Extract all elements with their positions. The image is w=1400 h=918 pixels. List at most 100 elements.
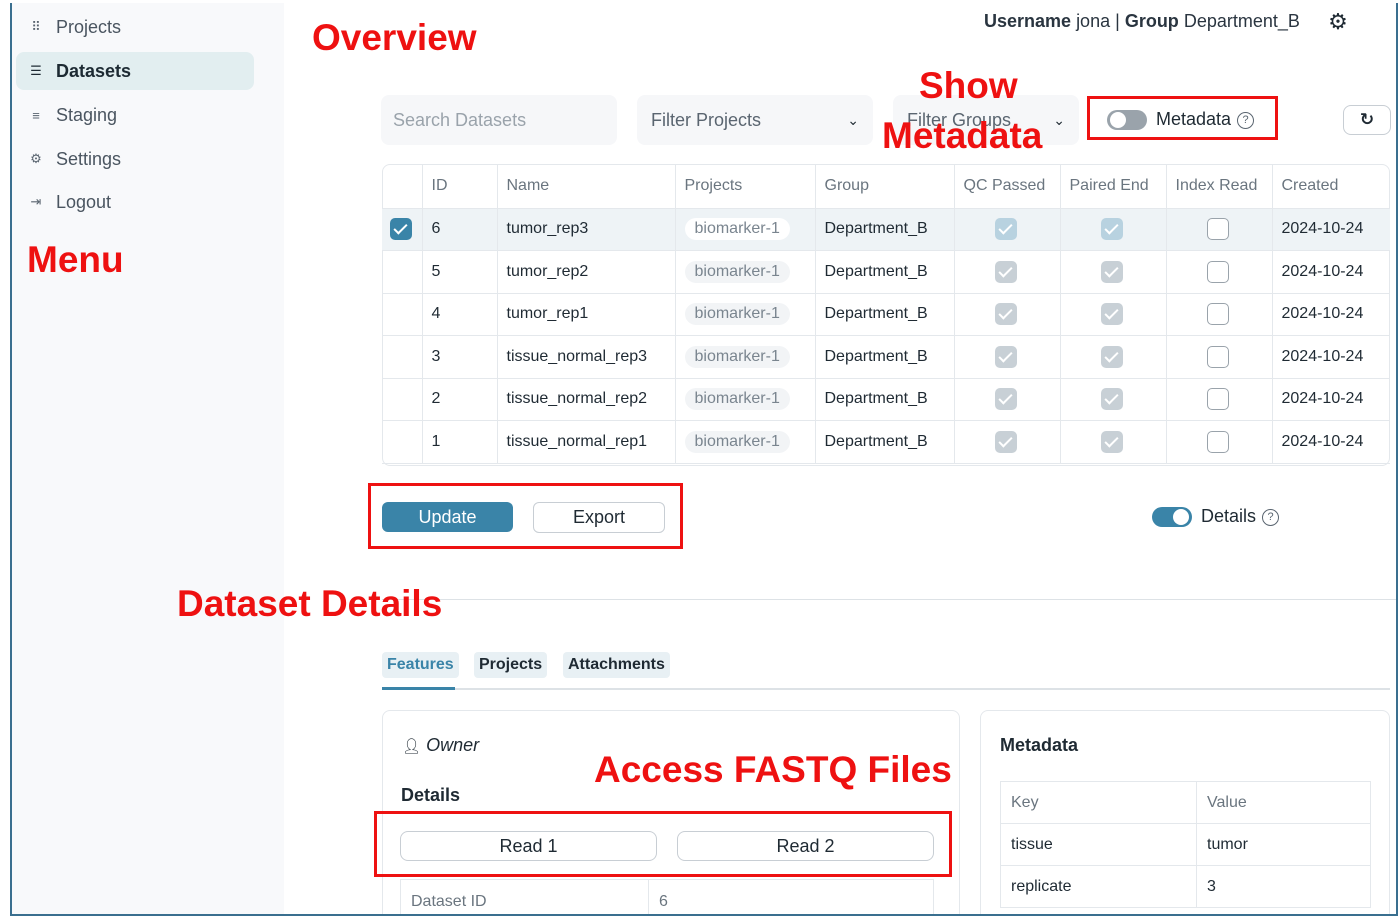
cell-projects: biomarker-1 [675, 250, 816, 294]
cell-qc-passed [954, 208, 1061, 251]
column-header-group[interactable]: Group [815, 164, 955, 209]
cell-id: 6 [422, 208, 498, 251]
index-read-checkbox [1206, 218, 1229, 241]
sidebar-item-datasets[interactable]: ☰ Datasets [16, 52, 254, 90]
qc-passed-checkbox [994, 218, 1017, 241]
cell-id: 1 [422, 420, 498, 464]
cell-name: tumor_rep3 [497, 208, 676, 251]
cell-id: 2 [422, 378, 498, 421]
table-row[interactable]: 1 tissue_normal_rep1 biomarker-1 Department… [382, 420, 1390, 464]
table-row[interactable]: 6 tumor_rep3 biomarker-1 Department_B 2024-1… [382, 208, 1390, 251]
cell-projects: biomarker-1 [675, 335, 816, 379]
row-select-checkbox[interactable] [390, 218, 412, 241]
cell-group: Department_B [815, 420, 955, 464]
row-select-cell[interactable] [382, 335, 423, 379]
paired-end-checkbox [1100, 388, 1123, 411]
details-toggle[interactable] [1152, 507, 1192, 527]
details-heading: Details [401, 785, 461, 805]
column-header-name[interactable]: Name [497, 164, 676, 209]
cell-qc-passed [954, 378, 1061, 421]
row-select-cell[interactable] [382, 378, 423, 421]
dataset-id-label: Dataset ID [400, 879, 649, 914]
sidebar-item-settings[interactable]: ⚙ Settings [16, 140, 254, 178]
qc-passed-checkbox [994, 260, 1017, 283]
active-tab-indicator [382, 687, 455, 690]
cell-qc-passed [954, 293, 1061, 336]
search-box[interactable] [381, 95, 617, 145]
table-row[interactable]: 5 tumor_rep2 biomarker-1 Department_B 2024-1… [382, 250, 1390, 294]
cell-created: 2024-10-24 [1272, 250, 1390, 294]
qc-passed-checkbox [994, 388, 1017, 411]
metadata-table: Key Value tissue tumor replicate 3 [1000, 781, 1371, 908]
table-row[interactable]: 4 tumor_rep1 biomarker-1 Department_B 2024-1… [382, 293, 1390, 336]
cell-created: 2024-10-24 [1272, 293, 1390, 336]
cell-projects: biomarker-1 [675, 378, 816, 421]
column-header-qc-passed[interactable]: QC Passed [954, 164, 1061, 209]
table-row: Dataset ID 6 [400, 879, 934, 914]
table-row: tissue tumor [1000, 823, 1371, 866]
cell-index-read [1166, 250, 1273, 294]
metadata-value: tumor [1196, 823, 1371, 866]
dataset-id-value: 6 [648, 879, 934, 914]
index-read-checkbox [1206, 430, 1229, 453]
section-divider [382, 599, 1396, 600]
sidebar-item-label: Projects [56, 16, 122, 37]
table-row[interactable]: 3 tissue_normal_rep3 biomarker-1 Department… [382, 335, 1390, 379]
tab-attachments[interactable]: Attachments [563, 652, 670, 678]
column-header-created[interactable]: Created [1272, 164, 1390, 209]
staging-icon: ≡ [32, 107, 40, 123]
index-read-checkbox [1206, 345, 1229, 368]
row-select-cell[interactable] [382, 250, 423, 294]
table-row: replicate 3 [1000, 865, 1371, 908]
details-toggle-label: Details [1201, 506, 1257, 526]
cell-paired-end [1060, 335, 1167, 379]
row-select-cell[interactable] [382, 293, 423, 336]
search-input[interactable] [393, 109, 617, 131]
project-pill[interactable]: biomarker-1 [684, 218, 790, 241]
qc-passed-checkbox [994, 303, 1017, 326]
table-row[interactable]: 2 tissue_normal_rep2 biomarker-1 Department… [382, 378, 1390, 421]
tabs-underline [382, 688, 1390, 690]
sidebar-item-logout[interactable]: ⇥ Logout [16, 183, 254, 221]
project-pill[interactable]: biomarker-1 [684, 303, 790, 326]
project-pill[interactable]: biomarker-1 [684, 260, 790, 283]
cell-name: tumor_rep2 [497, 250, 676, 294]
cell-projects: biomarker-1 [675, 420, 816, 464]
filter-projects-dropdown[interactable]: Filter Projects ⌄ [637, 95, 873, 145]
project-pill[interactable]: biomarker-1 [684, 345, 790, 368]
tab-projects[interactable]: Projects [474, 652, 548, 678]
cell-qc-passed [954, 250, 1061, 294]
sidebar-item-projects[interactable]: ⠿ Projects [16, 8, 254, 46]
metadata-header-row: Key Value [1000, 781, 1371, 824]
project-pill[interactable]: biomarker-1 [684, 388, 790, 411]
column-header-projects[interactable]: Projects [675, 164, 816, 209]
highlight-box-actions [368, 483, 683, 549]
index-read-checkbox [1206, 388, 1229, 411]
dataset-info-table: Dataset ID 6 [400, 879, 934, 914]
column-header-paired-end[interactable]: Paired End [1060, 164, 1167, 209]
paired-end-checkbox [1100, 345, 1123, 368]
user-info: Username jona | Group Department_B [984, 11, 1300, 32]
sidebar-item-staging[interactable]: ≡ Staging [16, 96, 254, 134]
index-read-checkbox [1206, 303, 1229, 326]
column-header-id[interactable]: ID [422, 164, 498, 209]
row-select-cell[interactable] [382, 208, 423, 251]
annotation-menu: Menu [27, 239, 124, 280]
gear-icon[interactable]: ⚙ [1326, 10, 1350, 34]
logout-icon: ⇥ [30, 194, 42, 209]
owner-label: Owner [426, 735, 480, 755]
select-column-header [382, 164, 423, 209]
username-value: jona [1076, 11, 1111, 31]
cell-created: 2024-10-24 [1272, 208, 1390, 251]
paired-end-checkbox [1100, 430, 1123, 453]
tab-features[interactable]: Features [382, 652, 459, 678]
group-value: Department_B [1183, 11, 1300, 31]
refresh-button[interactable]: ↻ [1343, 105, 1391, 135]
row-select-cell[interactable] [382, 420, 423, 464]
user-separator: | [1115, 11, 1120, 31]
column-header-index-read[interactable]: Index Read [1166, 164, 1273, 209]
cell-created: 2024-10-24 [1272, 378, 1390, 421]
index-read-checkbox [1206, 260, 1229, 283]
help-icon[interactable]: ? [1262, 508, 1280, 526]
project-pill[interactable]: biomarker-1 [684, 430, 790, 453]
